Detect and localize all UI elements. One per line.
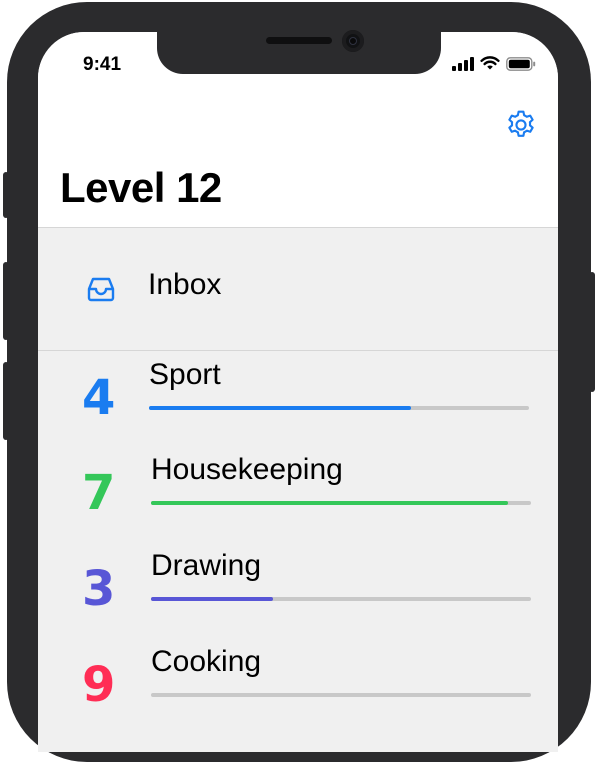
wifi-icon [480,56,500,70]
progress-fill [151,501,509,505]
inbox-row[interactable]: Inbox [38,228,558,351]
progress-fill [151,597,273,601]
category-name: Housekeeping [151,453,343,486]
inbox-label: Inbox [148,268,222,301]
cellular-signal-icon [452,56,474,71]
app-screen: 9:41 Level 12 Inbox 4 Sport 7 Housekeepi… [38,32,558,752]
status-time: 9:41 [83,54,122,75]
front-camera [342,30,364,52]
category-name: Sport [149,358,221,391]
progress-track [151,597,531,601]
inbox-tray-icon [87,277,115,302]
progress-fill [149,406,412,410]
category-count: 4 [82,370,116,426]
category-count: 9 [82,657,116,713]
progress-track [151,693,531,697]
category-name: Drawing [151,549,262,582]
page-title: Level 12 [60,164,222,211]
battery-icon [506,56,536,71]
category-row-housekeeping[interactable]: 7 Housekeeping [38,453,558,549]
speaker-grille [266,37,332,44]
category-count: 7 [82,465,116,521]
category-row-drawing[interactable]: 3 Drawing [38,549,558,645]
phone-notch [157,30,441,74]
progress-track [151,501,531,505]
category-count: 3 [82,561,116,617]
category-row-cooking[interactable]: 9 Cooking [38,645,558,741]
status-icons [452,56,536,71]
category-row-sport[interactable]: 4 Sport [38,358,558,454]
gear-icon[interactable] [504,108,538,142]
progress-track [149,406,529,410]
category-name: Cooking [151,645,262,678]
